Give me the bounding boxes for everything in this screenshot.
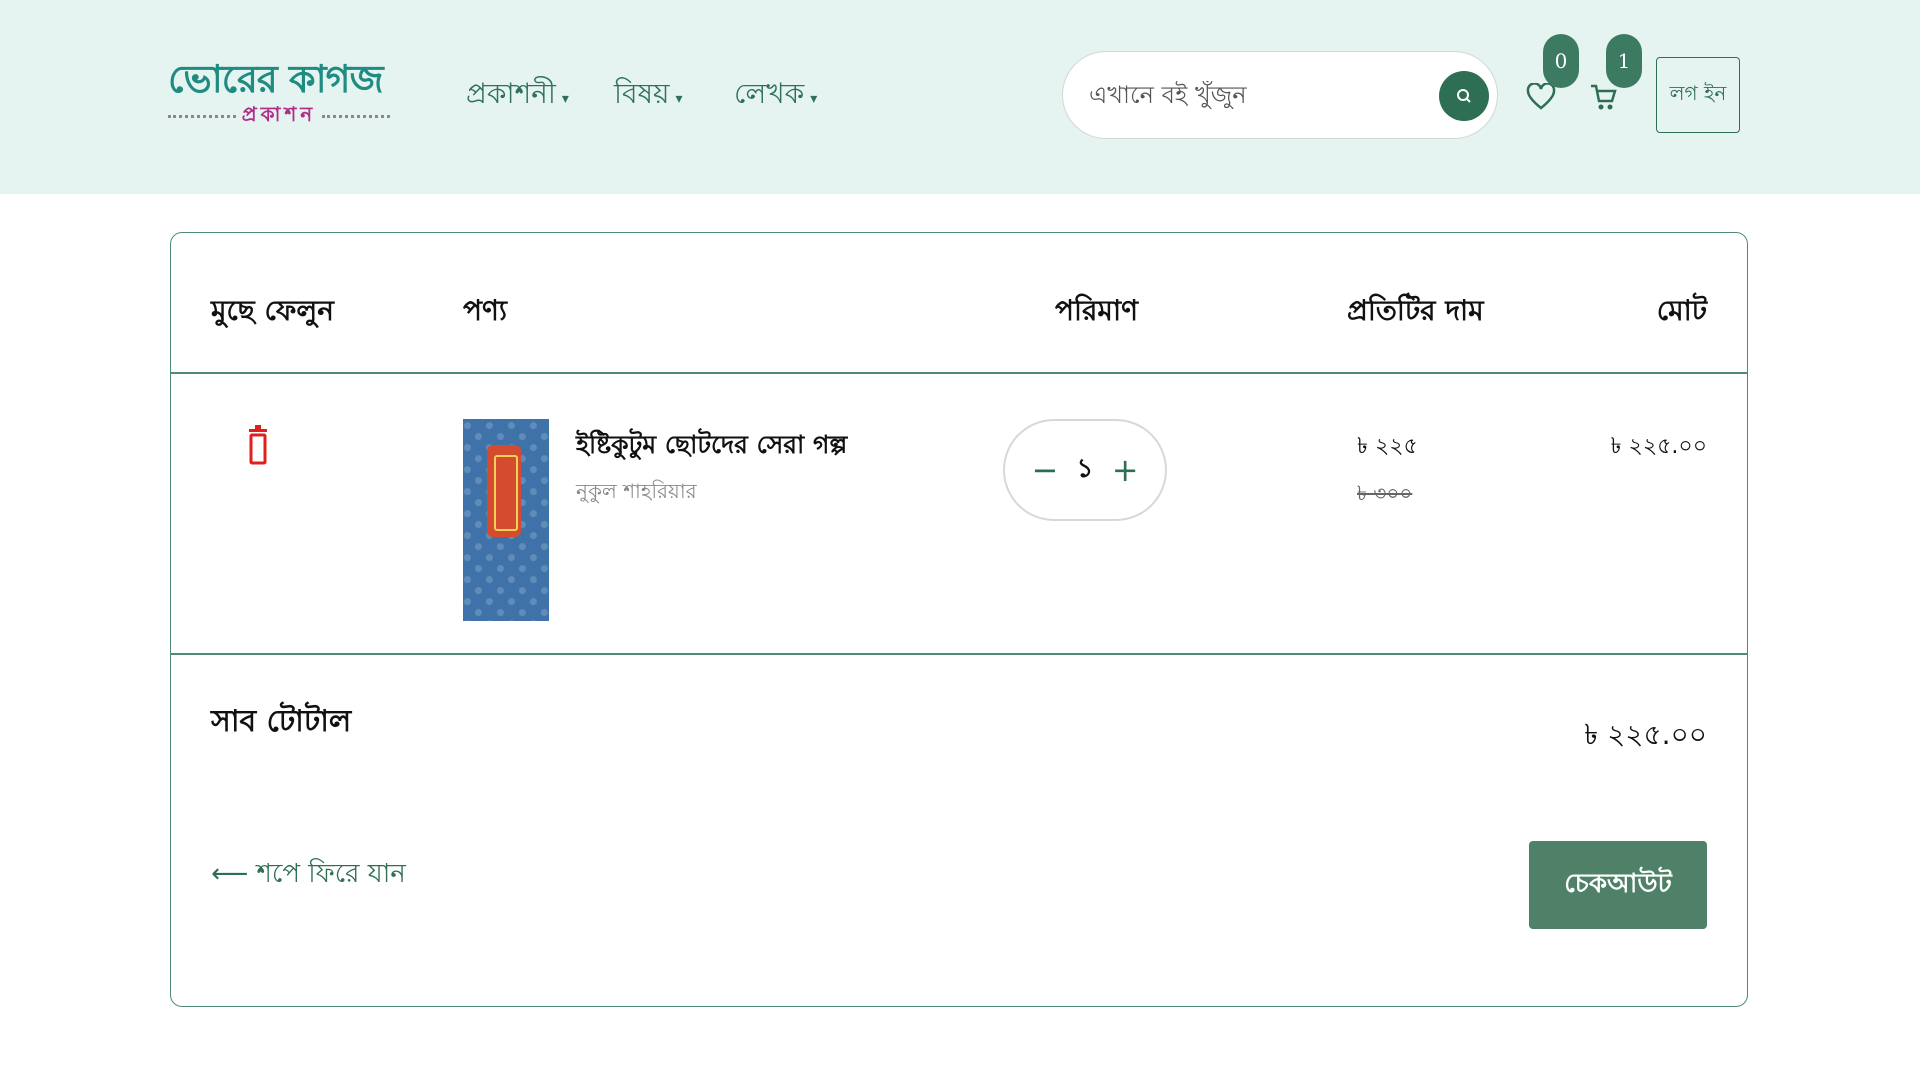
- product-author[interactable]: নুকুল শাহরিয়ার: [576, 477, 697, 510]
- nav-subjects-label: বিষয়: [614, 77, 670, 110]
- column-header-unit-price: প্রতিটির দাম: [1347, 294, 1484, 327]
- chevron-down-icon: ▾: [675, 90, 683, 107]
- login-button[interactable]: লগ ইন: [1656, 57, 1740, 133]
- nav-publishers[interactable]: প্রকাশনী ▾: [466, 72, 569, 119]
- product-title[interactable]: ইষ্টিকুটুম ছোটদের সেরা গল্প: [576, 425, 847, 468]
- cart-count-badge: 1: [1606, 34, 1642, 88]
- column-header-quantity: পরিমাণ: [1055, 294, 1139, 327]
- logo-subtitle: প্রকাশন: [241, 102, 317, 126]
- column-header-total: মোট: [1656, 294, 1707, 327]
- column-header-product: পণ্য: [463, 294, 508, 327]
- back-to-shop-link[interactable]: ⟵ শপে ফিরে যান: [211, 853, 406, 897]
- unit-price: ৳ ২২৫: [1357, 434, 1418, 459]
- column-header-remove: মুছে ফেলুন: [211, 294, 334, 327]
- logo-dots-left: [168, 115, 236, 118]
- subtotal-value: ৳ ২২৫.০০: [1584, 718, 1707, 751]
- heart-icon: [1526, 83, 1556, 110]
- checkout-button[interactable]: চেকআউট: [1529, 841, 1707, 929]
- search-icon: [1457, 89, 1471, 103]
- subtotal-label: সাব টোটাল: [211, 704, 352, 739]
- search-bar: [1062, 51, 1498, 139]
- nav-publishers-label: প্রকাশনী: [466, 77, 556, 110]
- logo[interactable]: ভোরের কাগজ প্রকাশন: [168, 50, 390, 134]
- wishlist-count-badge: 0: [1543, 34, 1579, 88]
- nav-authors[interactable]: লেখক ▾: [734, 72, 817, 119]
- cover-title-label: [487, 445, 521, 537]
- chevron-down-icon: ▾: [561, 90, 569, 107]
- nav-subjects[interactable]: বিষয় ▾: [614, 72, 683, 119]
- increase-quantity-button[interactable]: +: [1105, 445, 1145, 495]
- quantity-stepper: − ১ +: [1003, 419, 1167, 521]
- nav-authors-label: লেখক: [734, 77, 805, 110]
- line-total: ৳ ২২৫.০০: [1610, 434, 1707, 459]
- original-price: ৳ ৩০০: [1357, 481, 1413, 505]
- logo-subline: প্রকাশন: [168, 100, 390, 133]
- search-button[interactable]: [1439, 71, 1489, 121]
- header-divider: [171, 372, 1747, 374]
- row-divider: [171, 653, 1747, 655]
- cart-icon: [1591, 84, 1617, 110]
- logo-dots-right: [322, 115, 390, 118]
- trash-icon: [249, 425, 267, 465]
- quantity-value: ১: [1076, 454, 1094, 484]
- remove-item-button[interactable]: [247, 425, 269, 469]
- site-header: ভোরের কাগজ প্রকাশন প্রকাশনী ▾ বিষয় ▾ লে…: [0, 0, 1920, 194]
- chevron-down-icon: ▾: [810, 90, 818, 107]
- decrease-quantity-button[interactable]: −: [1025, 445, 1065, 495]
- product-cover-image[interactable]: [463, 419, 549, 621]
- cart-table: মুছে ফেলুন পণ্য পরিমাণ প্রতিটির দাম মোট …: [170, 232, 1748, 1007]
- search-input[interactable]: [1089, 81, 1429, 109]
